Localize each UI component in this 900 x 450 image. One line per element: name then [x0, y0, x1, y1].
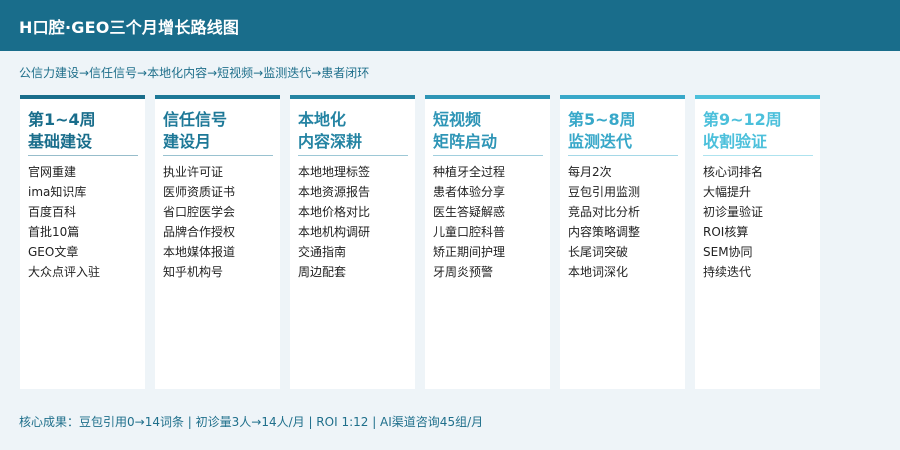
list-item: 品牌合作授权	[163, 225, 236, 239]
list-item: 持续迭代	[703, 265, 752, 279]
list-item: 本地媒体报道	[163, 245, 236, 259]
card-divider	[703, 155, 813, 156]
phase-item-list: 本地地理标签 本地资源报告 本地价格对比 本地机构调研 交通指南 周边配套	[298, 162, 415, 282]
list-item: 百度百科	[28, 205, 77, 219]
list-item: 本地资源报告	[298, 185, 371, 199]
card-divider	[28, 155, 138, 156]
list-item: 周边配套	[298, 265, 347, 279]
list-item: 官网重建	[28, 165, 77, 179]
card-divider	[433, 155, 543, 156]
list-item: 医师资质证书	[163, 185, 236, 199]
flow-subtitle: 公信力建设→信任信号→本地化内容→短视频→监测迭代→患者闭环	[19, 66, 370, 80]
list-item: 本地词深化	[568, 265, 629, 279]
card-divider	[163, 155, 273, 156]
phase-card-title: 本地化 内容深耕	[298, 110, 363, 151]
list-item: 种植牙全过程	[433, 165, 506, 179]
phase-card-3: 本地化 内容深耕 本地地理标签 本地资源报告 本地价格对比 本地机构调研 交通指…	[290, 95, 415, 389]
page-title: H口腔·GEO三个月增长路线图	[19, 17, 240, 37]
list-item: ROI核算	[703, 225, 749, 239]
list-item: 矫正期间护理	[433, 245, 506, 259]
phase-card-title: 信任信号 建设月	[163, 110, 228, 151]
list-item: 知乎机构号	[163, 265, 224, 279]
list-item: 患者体验分享	[433, 185, 506, 199]
list-item: 核心词排名	[703, 165, 764, 179]
phase-item-list: 官网重建 ima知识库 百度百科 首批10篇 GEO文章 大众点评入驻	[28, 162, 145, 282]
phase-card-5: 第5~8周 监测迭代 每月2次 豆包引用监测 竞品对比分析 内容策略调整 长尾词…	[560, 95, 685, 389]
list-item: 交通指南	[298, 245, 347, 259]
card-divider	[568, 155, 678, 156]
list-item: 初诊量验证	[703, 205, 764, 219]
phase-item-list: 执业许可证 医师资质证书 省口腔医学会 品牌合作授权 本地媒体报道 知乎机构号	[163, 162, 280, 282]
list-item: 每月2次	[568, 165, 612, 179]
phase-item-list: 种植牙全过程 患者体验分享 医生答疑解惑 儿童口腔科普 矫正期间护理 牙周炎预警	[433, 162, 550, 282]
list-item: 竞品对比分析	[568, 205, 641, 219]
list-item: 大幅提升	[703, 185, 752, 199]
list-item: 豆包引用监测	[568, 185, 641, 199]
list-item: 儿童口腔科普	[433, 225, 506, 239]
list-item: 执业许可证	[163, 165, 224, 179]
list-item: 内容策略调整	[568, 225, 641, 239]
phase-card-title: 第5~8周 监测迭代	[568, 110, 636, 151]
key-results: 核心成果：豆包引用0→14词条 | 初诊量3人→14人/月 | ROI 1:12…	[19, 415, 484, 429]
phase-card-2: 信任信号 建设月 执业许可证 医师资质证书 省口腔医学会 品牌合作授权 本地媒体…	[155, 95, 280, 389]
phase-card-4: 短视频 矩阵启动 种植牙全过程 患者体验分享 医生答疑解惑 儿童口腔科普 矫正期…	[425, 95, 550, 389]
list-item: SEM协同	[703, 245, 753, 259]
list-item: 本地地理标签	[298, 165, 371, 179]
phase-card-title: 第9~12周 收割验证	[703, 110, 782, 151]
phase-card-title: 第1~4周 基础建设	[28, 110, 96, 151]
list-item: ima知识库	[28, 185, 87, 199]
list-item: 长尾词突破	[568, 245, 629, 259]
card-divider	[298, 155, 408, 156]
phase-card-6: 第9~12周 收割验证 核心词排名 大幅提升 初诊量验证 ROI核算 SEM协同…	[695, 95, 820, 389]
phase-item-list: 每月2次 豆包引用监测 竞品对比分析 内容策略调整 长尾词突破 本地词深化	[568, 162, 685, 282]
list-item: 本地机构调研	[298, 225, 371, 239]
phase-card-title: 短视频 矩阵启动	[433, 110, 498, 151]
list-item: 牙周炎预警	[433, 265, 494, 279]
list-item: 大众点评入驻	[28, 265, 101, 279]
list-item: GEO文章	[28, 245, 79, 259]
header-bar: H口腔·GEO三个月增长路线图	[0, 0, 900, 51]
phase-item-list: 核心词排名 大幅提升 初诊量验证 ROI核算 SEM协同 持续迭代	[703, 162, 820, 282]
list-item: 首批10篇	[28, 225, 80, 239]
phase-card-1: 第1~4周 基础建设 官网重建 ima知识库 百度百科 首批10篇 GEO文章 …	[20, 95, 145, 389]
list-item: 省口腔医学会	[163, 205, 236, 219]
list-item: 本地价格对比	[298, 205, 371, 219]
phase-cards: 第1~4周 基础建设 官网重建 ima知识库 百度百科 首批10篇 GEO文章 …	[20, 95, 820, 389]
list-item: 医生答疑解惑	[433, 205, 506, 219]
